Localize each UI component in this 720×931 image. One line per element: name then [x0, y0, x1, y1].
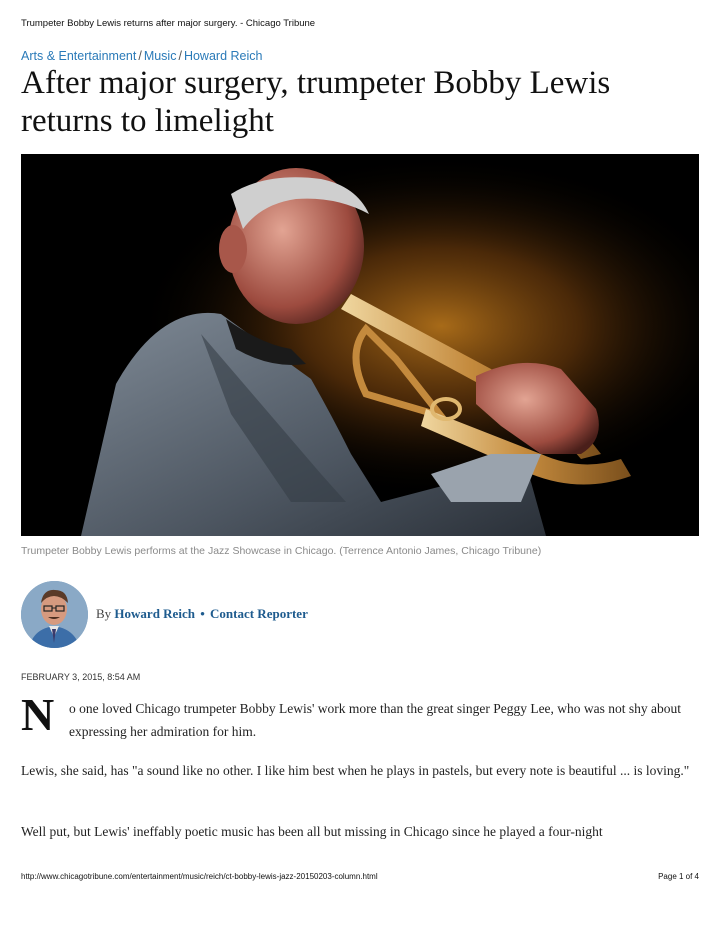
breadcrumb-subsection-link[interactable]: Music — [144, 49, 177, 63]
breadcrumb-author-link[interactable]: Howard Reich — [184, 49, 263, 63]
byline-separator: • — [200, 606, 205, 621]
print-footer-url: http://www.chicagotribune.com/entertainm… — [21, 872, 378, 881]
contact-reporter-link[interactable]: Contact Reporter — [210, 606, 308, 621]
breadcrumb: Arts & Entertainment / Music / Howard Reich — [21, 49, 262, 63]
breadcrumb-separator: / — [138, 49, 142, 63]
hero-photo[interactable] — [21, 154, 699, 536]
article-paragraph: Well put, but Lewis' ineffably poetic mu… — [21, 824, 603, 839]
byline: By Howard Reich • Contact Reporter — [96, 606, 308, 622]
author-link[interactable]: Howard Reich — [114, 606, 195, 621]
page-indicator: Page 1 of 4 — [658, 872, 699, 881]
trumpeter-photo-illustration — [21, 154, 699, 536]
article-paragraph: o one loved Chicago trumpeter Bobby Lewi… — [69, 701, 682, 739]
photo-caption: Trumpeter Bobby Lewis performs at the Ja… — [21, 545, 542, 557]
author-portrait-illustration — [21, 581, 88, 648]
breadcrumb-separator: / — [178, 49, 182, 63]
article-headline: After major surgery, trumpeter Bobby Lew… — [21, 65, 611, 139]
article-paragraph: Lewis, she said, has "a sound like no ot… — [21, 763, 690, 778]
publish-date: FEBRUARY 3, 2015, 8:54 AM — [21, 672, 141, 682]
author-avatar[interactable] — [21, 581, 88, 648]
byline-prefix: By — [96, 606, 112, 621]
breadcrumb-section-link[interactable]: Arts & Entertainment — [21, 49, 136, 63]
print-header-title: Trumpeter Bobby Lewis returns after majo… — [21, 18, 316, 29]
drop-cap: N — [21, 689, 55, 740]
